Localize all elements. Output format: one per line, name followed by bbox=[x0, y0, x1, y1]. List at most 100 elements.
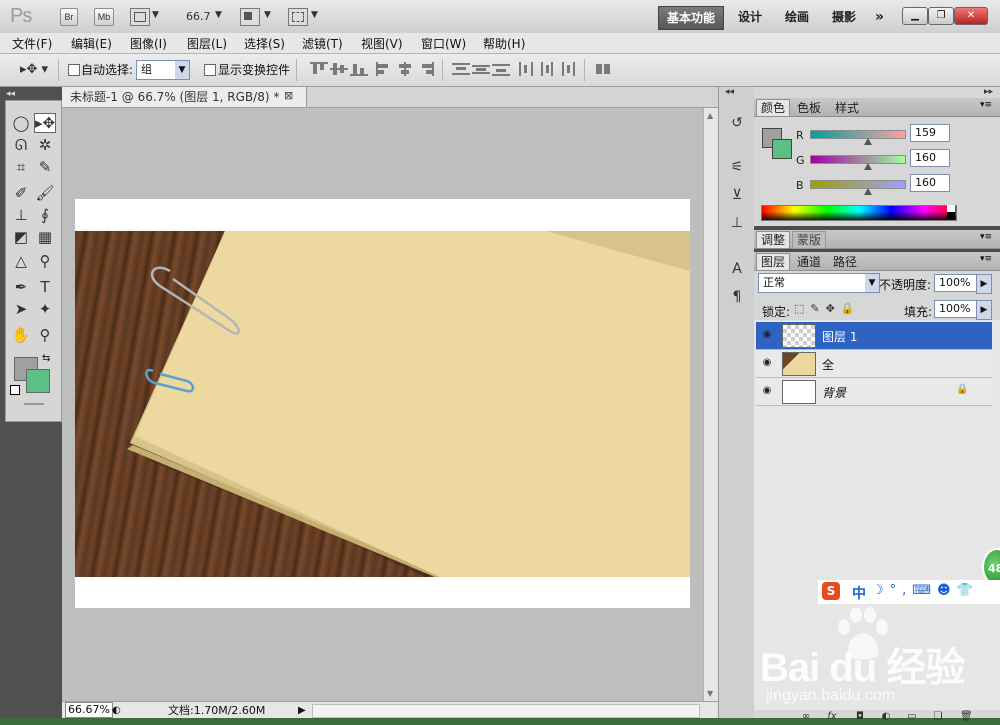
gradient-tool-icon[interactable]: ▦ bbox=[34, 227, 56, 247]
chevron-down-icon[interactable]: ▼ bbox=[264, 10, 271, 20]
align-hcenter-icon[interactable] bbox=[396, 62, 414, 76]
layer-name[interactable]: 背景 bbox=[822, 384, 846, 401]
scroll-up-icon[interactable]: ▲ bbox=[707, 111, 713, 120]
menu-help[interactable]: 帮助(H) bbox=[483, 35, 525, 52]
marquee-tool-icon[interactable]: ◯ bbox=[10, 113, 32, 133]
distribute-bottom-icon[interactable] bbox=[492, 62, 510, 76]
layer-name[interactable]: 图层 1 bbox=[822, 328, 857, 345]
layer-row[interactable]: ◉ 图层 1 bbox=[756, 322, 992, 350]
screen-mode-button[interactable] bbox=[288, 8, 308, 26]
align-top-icon[interactable] bbox=[310, 62, 328, 76]
fill-slider-button[interactable]: ▶ bbox=[976, 300, 992, 320]
dodge-tool-icon[interactable]: ⚲ bbox=[34, 251, 56, 271]
restore-button[interactable]: ❐ bbox=[928, 7, 954, 25]
default-colors-icon[interactable] bbox=[10, 385, 20, 395]
workspace-painting[interactable]: 绘画 bbox=[785, 6, 809, 28]
r-value-field[interactable]: 159 bbox=[910, 124, 950, 142]
shape-tool-icon[interactable]: ✦ bbox=[34, 299, 56, 319]
distribute-top-icon[interactable] bbox=[452, 62, 470, 76]
g-value-field[interactable]: 160 bbox=[910, 149, 950, 167]
collapse-icon[interactable]: ◂◂ bbox=[6, 89, 15, 99]
align-left-icon[interactable] bbox=[376, 62, 394, 76]
ime-mode[interactable]: 中 bbox=[852, 583, 866, 603]
eye-icon[interactable]: ◉ bbox=[760, 329, 774, 341]
b-slider[interactable] bbox=[810, 180, 906, 189]
view-extras-button[interactable] bbox=[130, 8, 150, 26]
tab-adjustments[interactable]: 调整 bbox=[756, 231, 791, 248]
zoom-level[interactable]: 66.7 bbox=[186, 10, 211, 23]
workspace-design[interactable]: 设计 bbox=[738, 6, 762, 28]
blend-mode-dropdown[interactable]: 正常 ▼ bbox=[758, 273, 880, 293]
b-slider-thumb[interactable] bbox=[864, 188, 872, 195]
type-tool-icon[interactable]: T bbox=[34, 277, 56, 297]
align-right-icon[interactable] bbox=[416, 62, 434, 76]
status-menu-arrow-icon[interactable]: ▶ bbox=[298, 702, 306, 719]
tab-channels[interactable]: 通道 bbox=[792, 253, 826, 271]
sogou-logo-icon[interactable]: S bbox=[822, 582, 840, 600]
collapse-icon[interactable]: ▸▸ bbox=[984, 87, 993, 97]
more-workspaces-button[interactable]: » bbox=[875, 6, 884, 28]
status-zoom[interactable]: 66.67% bbox=[65, 702, 113, 718]
quick-mask-icon[interactable] bbox=[24, 403, 44, 405]
menu-select[interactable]: 选择(S) bbox=[244, 35, 285, 52]
mini-bridge-button[interactable]: Mb bbox=[94, 8, 114, 26]
healing-brush-tool-icon[interactable]: ✐ bbox=[10, 183, 32, 203]
color-spectrum-ramp[interactable] bbox=[761, 205, 957, 221]
pen-tool-icon[interactable]: ✒ bbox=[10, 277, 32, 297]
scroll-down-icon[interactable]: ▼ bbox=[707, 689, 713, 698]
lock-options-icons[interactable]: ⬚✎✥🔒 bbox=[794, 302, 861, 315]
menu-file[interactable]: 文件(F) bbox=[12, 35, 52, 52]
minimize-button[interactable]: ▁ bbox=[902, 7, 928, 25]
distribute-hcenter-icon[interactable] bbox=[538, 62, 556, 76]
menu-edit[interactable]: 编辑(E) bbox=[71, 35, 112, 52]
distribute-vcenter-icon[interactable] bbox=[472, 62, 490, 76]
zoom-tool-icon[interactable]: ⚲ bbox=[34, 325, 56, 345]
r-slider[interactable] bbox=[810, 130, 906, 139]
move-tool-icon[interactable]: ▸✥ bbox=[34, 113, 56, 133]
character-panel-icon[interactable]: A bbox=[727, 259, 747, 279]
menu-view[interactable]: 视图(V) bbox=[361, 35, 403, 52]
align-bottom-icon[interactable] bbox=[350, 62, 368, 76]
bridge-button[interactable]: Br bbox=[60, 8, 78, 26]
opacity-slider-button[interactable]: ▶ bbox=[976, 274, 992, 294]
background-color-swatch[interactable] bbox=[26, 369, 50, 393]
menu-layer[interactable]: 图层(L) bbox=[187, 35, 227, 52]
tool-presets-icon[interactable]: ⊥ bbox=[727, 213, 747, 233]
path-selection-tool-icon[interactable]: ➤ bbox=[10, 299, 32, 319]
document-tab[interactable]: 未标题-1 @ 66.7% (图层 1, RGB/8) * bbox=[62, 87, 307, 107]
b-value-field[interactable]: 160 bbox=[910, 174, 950, 192]
magic-wand-tool-icon[interactable]: ✲ bbox=[34, 135, 56, 155]
show-transform-checkbox[interactable] bbox=[204, 64, 216, 76]
black-swatch[interactable] bbox=[947, 212, 955, 219]
panel-menu-icon[interactable]: ▾≡ bbox=[980, 232, 992, 242]
distribute-left-icon[interactable] bbox=[518, 62, 536, 76]
distribute-right-icon[interactable] bbox=[558, 62, 576, 76]
clone-stamp-tool-icon[interactable]: ⊥ bbox=[10, 205, 32, 225]
paragraph-panel-icon[interactable]: ¶ bbox=[727, 287, 747, 307]
chevron-down-icon[interactable]: ▼ bbox=[152, 10, 159, 20]
close-button[interactable]: ✕ bbox=[954, 7, 988, 25]
opacity-field[interactable]: 100% bbox=[934, 274, 978, 292]
brush-presets-icon[interactable]: ⚟ bbox=[727, 157, 747, 177]
panel-menu-icon[interactable]: ▾≡ bbox=[980, 100, 992, 110]
auto-align-layers-icon[interactable] bbox=[594, 62, 612, 76]
auto-select-checkbox[interactable] bbox=[68, 64, 80, 76]
tab-paths[interactable]: 路径 bbox=[828, 253, 862, 271]
arrange-documents-button[interactable] bbox=[240, 8, 260, 26]
move-tool-preset-icon[interactable]: ▸✥ ▾ bbox=[20, 62, 48, 77]
horizontal-scrollbar[interactable] bbox=[312, 704, 700, 718]
menu-filter[interactable]: 滤镜(T) bbox=[302, 35, 343, 52]
chevron-down-icon[interactable]: ▼ bbox=[311, 10, 318, 20]
swap-colors-icon[interactable]: ⇆ bbox=[42, 353, 50, 364]
g-slider[interactable] bbox=[810, 155, 906, 164]
r-slider-thumb[interactable] bbox=[864, 138, 872, 145]
tab-swatches[interactable]: 色板 bbox=[792, 99, 826, 117]
g-slider-thumb[interactable] bbox=[864, 163, 872, 170]
white-swatch[interactable] bbox=[947, 205, 955, 212]
panel-menu-icon[interactable]: ▾≡ bbox=[980, 254, 992, 264]
eye-icon[interactable]: ◉ bbox=[760, 357, 774, 369]
collapse-icon[interactable]: ◂◂ bbox=[725, 87, 734, 97]
eraser-tool-icon[interactable]: ◩ bbox=[10, 227, 32, 247]
vertical-scrollbar[interactable]: ▲ ▼ bbox=[703, 108, 719, 701]
tab-layers[interactable]: 图层 bbox=[756, 253, 791, 270]
